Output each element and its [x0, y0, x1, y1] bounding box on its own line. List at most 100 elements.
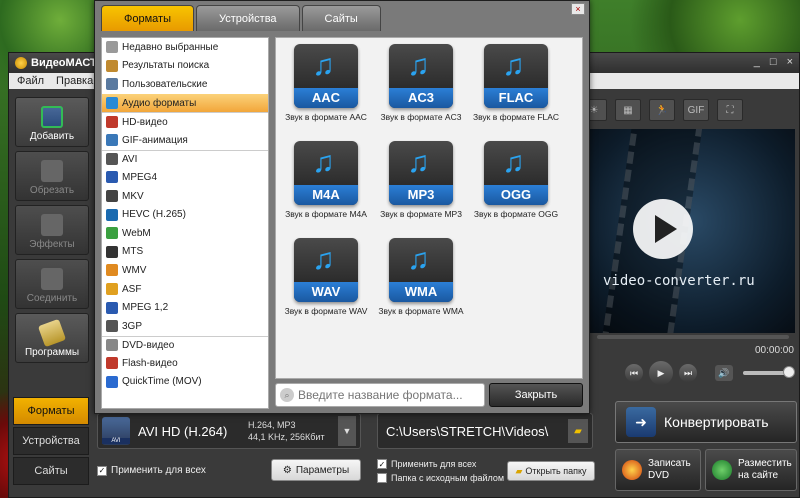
- window-close-button[interactable]: ×: [787, 56, 793, 68]
- format-tile[interactable]: ♫ MP3 Звук в формате MP3: [375, 141, 467, 219]
- dialog-tab-devices[interactable]: Устройства: [195, 5, 300, 31]
- effects-label: Эффекты: [29, 239, 75, 250]
- speed-icon[interactable]: 🏃: [649, 99, 675, 121]
- category-item[interactable]: WMV: [102, 261, 268, 280]
- music-note-icon: ♫: [502, 146, 525, 179]
- source-folder-checkbox[interactable]: [377, 473, 387, 483]
- category-item[interactable]: MPEG4: [102, 168, 268, 187]
- category-label: 3GP: [122, 320, 143, 332]
- category-item[interactable]: AVI: [102, 149, 268, 169]
- browse-folder-icon[interactable]: ▰: [568, 419, 588, 443]
- format-tile[interactable]: ♫ WAV Звук в формате WAV: [280, 238, 372, 316]
- dvd-icon: [106, 339, 118, 352]
- chevron-down-icon[interactable]: ▼: [338, 416, 356, 446]
- category-item[interactable]: MTS: [102, 243, 268, 262]
- tab-sites[interactable]: Сайты: [13, 457, 89, 485]
- effects-icon: [41, 214, 63, 236]
- format-tile[interactable]: ♫ AC3 Звук в формате AC3: [375, 44, 467, 122]
- play-button[interactable]: ▶: [649, 361, 673, 385]
- category-label: HEVC (H.265): [122, 209, 186, 221]
- category-item[interactable]: MKV: [102, 187, 268, 206]
- category-item[interactable]: Аудио форматы: [102, 93, 268, 113]
- apply-all-format[interactable]: ✓ Применить для всех: [97, 465, 206, 476]
- category-label: MKV: [122, 190, 144, 202]
- volume-knob[interactable]: [783, 366, 795, 378]
- scissors-icon: [41, 160, 63, 182]
- fullscreen-icon[interactable]: ⛶: [717, 99, 743, 121]
- menu-edit[interactable]: Правка: [56, 75, 93, 87]
- music-note-icon: ♫: [312, 49, 335, 82]
- menu-file[interactable]: Файл: [17, 75, 44, 87]
- source-folder-label: Папка с исходным файлом: [391, 473, 505, 483]
- music-note-icon: ♫: [407, 146, 430, 179]
- previous-button[interactable]: ⏮: [625, 364, 643, 382]
- effects-button[interactable]: Эффекты: [15, 205, 89, 255]
- maximize-button[interactable]: □: [770, 56, 777, 68]
- asf-icon: [106, 283, 118, 296]
- music-note-icon: ♫: [502, 49, 525, 82]
- format-tile[interactable]: ♫ M4A Звук в формате M4A: [280, 141, 372, 219]
- format-tile[interactable]: ♫ FLAC Звук в формате FLAC: [470, 44, 562, 122]
- category-item[interactable]: QuickTime (MOV): [102, 373, 268, 392]
- category-item[interactable]: DVD-видео: [102, 335, 268, 355]
- frame-icon[interactable]: ▦: [615, 99, 641, 121]
- programs-button[interactable]: Программы: [15, 313, 89, 363]
- format-caption: Звук в формате MP3: [380, 209, 462, 219]
- format-tile[interactable]: ♫ WMA Звук в формате WMA: [375, 238, 467, 316]
- category-item[interactable]: Пользовательские: [102, 75, 268, 94]
- film-add-icon: [41, 106, 63, 128]
- add-label: Добавить: [29, 131, 75, 142]
- dialog-tab-formats[interactable]: Форматы: [101, 5, 194, 31]
- close-button[interactable]: Закрыть: [489, 383, 583, 407]
- dialog-tab-sites[interactable]: Сайты: [301, 5, 381, 31]
- dialog-close-icon[interactable]: ×: [571, 3, 585, 15]
- music-note-icon: ♫: [407, 49, 430, 82]
- category-item[interactable]: Flash-видео: [102, 354, 268, 373]
- format-name: AVI HD (H.264): [138, 423, 228, 439]
- apply-all-path[interactable]: ✓ Применить для всех: [377, 459, 476, 469]
- category-item[interactable]: Результаты поиска: [102, 57, 268, 76]
- avi-icon: [106, 153, 118, 166]
- globe-upload-icon: [712, 460, 732, 480]
- format-tile[interactable]: ♫ OGG Звук в формате OGG: [470, 141, 562, 219]
- category-item[interactable]: HD-видео: [102, 112, 268, 131]
- join-button[interactable]: Соединить: [15, 259, 89, 309]
- output-path-field[interactable]: C:\Users\STRETCH\Videos\ ▰: [377, 413, 593, 449]
- burn-dvd-button[interactable]: Записать DVD: [615, 449, 701, 491]
- add-button[interactable]: Добавить: [15, 97, 89, 147]
- category-item[interactable]: MPEG 1,2: [102, 298, 268, 317]
- convert-button[interactable]: ➜ Конвертировать: [615, 401, 797, 443]
- volume-icon[interactable]: 🔊: [715, 365, 733, 381]
- seek-bar[interactable]: [597, 335, 789, 339]
- apply-all-path-checkbox[interactable]: ✓: [377, 459, 387, 469]
- play-big-icon[interactable]: [633, 199, 693, 259]
- tab-devices[interactable]: Устройства: [13, 427, 89, 455]
- output-format-selector[interactable]: AVI AVI HD (H.264) H.264, MP3 44,1 KHz, …: [97, 413, 361, 449]
- apply-all-format-checkbox[interactable]: ✓: [97, 465, 107, 476]
- format-caption: Звук в формате OGG: [473, 209, 559, 219]
- category-label: QuickTime (MOV): [122, 376, 202, 388]
- format-tile[interactable]: ♫ AAC Звук в формате AAC: [280, 44, 372, 122]
- category-item[interactable]: GIF-анимация: [102, 131, 268, 150]
- tab-formats[interactable]: Форматы: [13, 397, 89, 425]
- category-item[interactable]: WebM: [102, 224, 268, 243]
- audio-format-icon: ♫ AC3: [389, 44, 453, 108]
- convert-label: Конвертировать: [664, 414, 769, 430]
- category-item[interactable]: Недавно выбранные: [102, 38, 268, 57]
- source-folder-option[interactable]: Папка с исходным файлом: [377, 473, 504, 483]
- mts-icon: [106, 245, 118, 258]
- audio-format-icon: ♫ FLAC: [484, 44, 548, 108]
- category-item[interactable]: HEVC (H.265): [102, 205, 268, 224]
- audio-format-icon: ♫ OGG: [484, 141, 548, 205]
- next-button[interactable]: ⏭: [679, 364, 697, 382]
- category-item[interactable]: ASF: [102, 280, 268, 299]
- format-search-input[interactable]: [298, 388, 478, 402]
- open-folder-button[interactable]: ▰ Открыть папку: [507, 461, 595, 481]
- gif-icon[interactable]: GIF: [683, 99, 709, 121]
- publish-button[interactable]: Разместить на сайте: [705, 449, 797, 491]
- category-item[interactable]: 3GP: [102, 317, 268, 336]
- video-preview: video-converter.ru: [587, 129, 795, 333]
- minimize-button[interactable]: _: [754, 56, 760, 68]
- parameters-button[interactable]: ⚙ Параметры: [271, 459, 361, 481]
- trim-button[interactable]: Обрезать: [15, 151, 89, 201]
